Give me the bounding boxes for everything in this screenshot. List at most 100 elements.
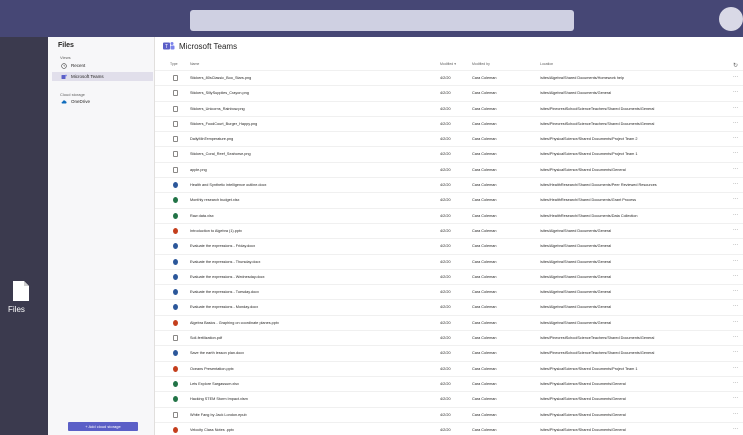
more-options-icon[interactable]: ··· xyxy=(733,349,738,355)
table-row[interactable]: DailyMinTemperature.png 4/2/20 Cara Colema… xyxy=(155,131,743,146)
word-file-icon xyxy=(173,350,178,357)
file-name[interactable]: Evaluate the expressions - Wednesday.doc… xyxy=(190,275,265,279)
file-name[interactable]: Introduction to Algebra (1).pptx xyxy=(190,229,242,233)
more-options-icon[interactable]: ··· xyxy=(733,319,738,325)
more-options-icon[interactable]: ··· xyxy=(733,273,738,279)
file-name[interactable]: Evaluate the expressions - Friday.docx xyxy=(190,244,255,248)
more-options-icon[interactable]: ··· xyxy=(733,380,738,386)
table-row[interactable]: Evaluate the expressions - Monday.docx 4/… xyxy=(155,299,743,314)
file-modified: 4/2/20 xyxy=(440,381,451,386)
table-row[interactable]: apple.png 4/2/20 Cara Coleman/sites/Physic… xyxy=(155,161,743,177)
more-options-icon[interactable]: ··· xyxy=(733,166,738,172)
file-name[interactable]: Stickers_SillySupplies_Crayon.png xyxy=(190,91,249,95)
more-options-icon[interactable]: ··· xyxy=(733,303,738,309)
file-name[interactable]: Save the earth lesson plan.docx xyxy=(190,351,244,355)
table-row[interactable]: Introduction to Algebra (1).pptx 4/2/20 Ca… xyxy=(155,222,743,238)
more-options-icon[interactable]: ··· xyxy=(733,105,738,111)
file-modified: 4/2/20 xyxy=(440,228,451,233)
table-row[interactable]: Stickers_FoodCourt_Burger_Happy.png 4/2/2… xyxy=(155,115,743,131)
file-name[interactable]: Soil-fertilization.pdf xyxy=(190,336,222,340)
column-header-modified-by[interactable]: Modified by xyxy=(472,62,490,66)
table-row[interactable]: Evaluate the expressions - Thursday.docx… xyxy=(155,253,743,269)
table-row[interactable]: Health and Synthetic intelligence outlin… xyxy=(155,177,743,192)
file-name[interactable]: apple.png xyxy=(190,168,207,172)
more-options-icon[interactable]: ··· xyxy=(733,181,738,187)
more-options-icon[interactable]: ··· xyxy=(733,426,738,432)
file-location: /sites/Algebra/Shared Documents/General xyxy=(540,91,612,96)
more-options-icon[interactable]: ··· xyxy=(733,135,738,141)
more-options-icon[interactable]: ··· xyxy=(733,288,738,294)
more-options-icon[interactable]: ··· xyxy=(733,212,738,218)
file-name[interactable]: White Fang by Jack London.epub xyxy=(190,413,247,417)
more-options-icon[interactable]: ··· xyxy=(733,258,738,264)
file-name[interactable]: Hacking STEM Storm Impact.xlsm xyxy=(190,397,248,401)
more-options-icon[interactable]: ··· xyxy=(733,395,738,401)
more-options-icon[interactable]: ··· xyxy=(733,196,738,202)
column-header-type[interactable]: Type xyxy=(170,62,178,66)
file-name[interactable]: Evaluate the expressions - Thursday.docx xyxy=(190,260,260,264)
file-modified-by: Cara Coleman xyxy=(472,320,497,325)
table-row[interactable]: Save the earth lesson plan.docx 4/2/20 Car… xyxy=(155,345,743,360)
more-options-icon[interactable]: ··· xyxy=(733,150,738,156)
more-options-icon[interactable]: ··· xyxy=(733,74,738,80)
file-location: /sites/Algebra/Shared Documents/General xyxy=(540,290,612,295)
avatar[interactable] xyxy=(719,7,743,31)
table-row[interactable]: Soil-fertilization.pdf 4/2/20 Cara Coleman… xyxy=(155,330,743,345)
table-row[interactable]: Algebra Basics - Graphing on coordinate … xyxy=(155,314,743,330)
more-options-icon[interactable]: ··· xyxy=(733,227,738,233)
excel-file-icon xyxy=(173,197,178,204)
nav-item-recent[interactable]: Recent xyxy=(52,61,153,70)
table-row[interactable]: Raw data.xlsx 4/2/20 Cara Coleman/sites/He… xyxy=(155,207,743,223)
cloud-icon xyxy=(61,99,67,103)
file-name[interactable]: Stickers_FoodCourt_Burger_Happy.png xyxy=(190,122,257,126)
column-header-modified[interactable]: Modified ▾ xyxy=(440,62,456,66)
table-row[interactable]: Evaluate the expressions - Friday.docx 4/… xyxy=(155,238,743,253)
file-name[interactable]: Stickers_Coral_Reef_Seahorse.png xyxy=(190,152,251,156)
file-name[interactable]: Health and Synthetic intelligence outlin… xyxy=(190,183,266,187)
table-row[interactable]: Stickers_80sClassic_Boo_Stars.png 4/2/20 C… xyxy=(155,70,743,85)
file-name[interactable]: Velocity Class Notes .pptx xyxy=(190,428,234,432)
table-row[interactable]: Stickers_SillySupplies_Crayon.png 4/2/20 C… xyxy=(155,85,743,100)
more-options-icon[interactable]: ··· xyxy=(733,334,738,340)
file-modified: 4/2/20 xyxy=(440,290,451,295)
nav-item-microsoft-teams[interactable]: Microsoft Teams xyxy=(52,72,153,81)
file-modified: 4/2/20 xyxy=(440,152,451,157)
file-icon[interactable] xyxy=(12,280,30,302)
file-name[interactable]: Oceans Presentation.pptx xyxy=(190,367,234,371)
file-name[interactable]: Monthly research budget.xlsx xyxy=(190,198,239,202)
powerpoint-file-icon xyxy=(173,365,178,372)
top-bar xyxy=(0,0,743,37)
file-name[interactable]: Lets Explore Sargassum.xlsx xyxy=(190,382,239,386)
column-header-name[interactable]: Name xyxy=(190,62,199,66)
file-name[interactable]: Stickers_Unicorns_Rainbow.png xyxy=(190,107,245,111)
nav-item-onedrive[interactable]: OneDrive xyxy=(52,97,153,106)
refresh-icon[interactable]: ↻ xyxy=(733,62,738,69)
table-row[interactable]: Velocity Class Notes .pptx 4/2/20 Cara Col… xyxy=(155,421,743,435)
table-row[interactable]: Oceans Presentation.pptx 4/2/20 Cara Colem… xyxy=(155,360,743,376)
table-row[interactable]: Lets Explore Sargassum.xlsx 4/2/20 Cara Co… xyxy=(155,375,743,391)
table-row[interactable]: White Fang by Jack London.epub 4/2/20 Cara… xyxy=(155,406,743,422)
add-cloud-storage-button[interactable]: + Add cloud storage xyxy=(68,422,138,431)
column-header-location[interactable]: Location xyxy=(540,62,553,66)
more-options-icon[interactable]: ··· xyxy=(733,411,738,417)
table-row[interactable]: Stickers_Coral_Reef_Seahorse.png 4/2/20 Ca… xyxy=(155,146,743,161)
search-input[interactable] xyxy=(190,10,574,31)
table-row[interactable]: Hacking STEM Storm Impact.xlsm 4/2/20 Cara… xyxy=(155,391,743,406)
table-row[interactable]: Stickers_Unicorns_Rainbow.png 4/2/20 Cara … xyxy=(155,100,743,116)
file-name[interactable]: Evaluate the expressions - Monday.docx xyxy=(190,305,258,309)
rail-files-label[interactable]: Files xyxy=(8,305,25,314)
more-options-icon[interactable]: ··· xyxy=(733,365,738,371)
more-options-icon[interactable]: ··· xyxy=(733,120,738,126)
file-location: /sites/HealthResearch/Shared Documents/D… xyxy=(540,213,638,218)
image-file-icon xyxy=(173,151,178,158)
table-row[interactable]: Evaluate the expressions - Tuesday.docx 4… xyxy=(155,284,743,299)
more-options-icon[interactable]: ··· xyxy=(733,242,738,248)
file-name[interactable]: Algebra Basics - Graphing on coordinate … xyxy=(190,321,279,325)
more-options-icon[interactable]: ··· xyxy=(733,89,738,95)
file-name[interactable]: Stickers_80sClassic_Boo_Stars.png xyxy=(190,76,251,80)
file-name[interactable]: DailyMinTemperature.png xyxy=(190,137,233,141)
table-row[interactable]: Evaluate the expressions - Wednesday.doc… xyxy=(155,268,743,284)
file-name[interactable]: Raw data.xlsx xyxy=(190,214,214,218)
table-row[interactable]: Monthly research budget.xlsx 4/2/20 Cara C… xyxy=(155,192,743,207)
file-name[interactable]: Evaluate the expressions - Tuesday.docx xyxy=(190,290,259,294)
